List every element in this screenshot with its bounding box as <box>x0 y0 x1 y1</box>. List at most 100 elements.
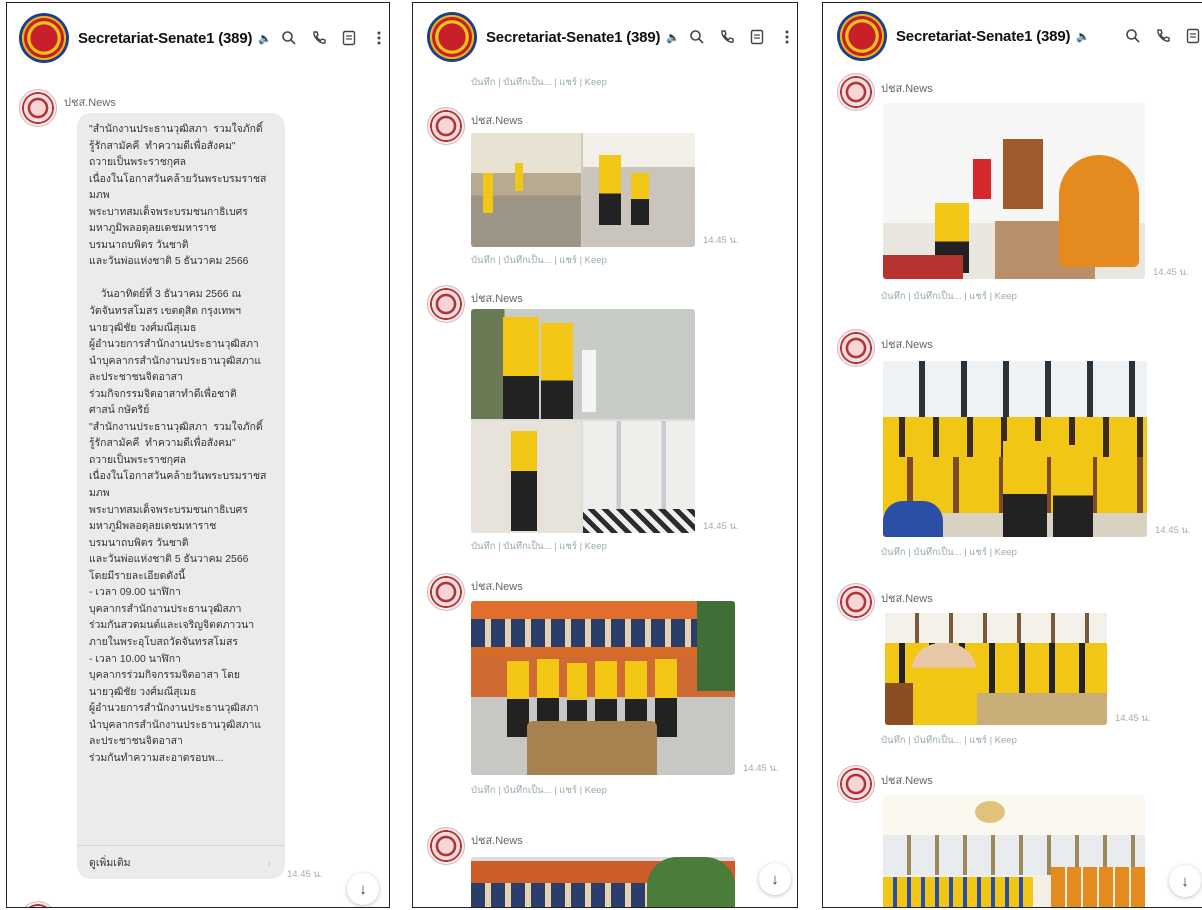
chat-title[interactable]: Secretariat-Senate1 (389) <box>78 30 252 47</box>
seated-row <box>883 877 1033 907</box>
scroll-down-button[interactable]: ↓ <box>347 873 379 905</box>
read-more-label: ดูเพิ่มเติม <box>89 857 131 869</box>
message-actions[interactable]: บันทึก | บันทึกเป็น... | แชร์ | Keep <box>881 289 1017 304</box>
sender-avatar[interactable] <box>427 107 465 145</box>
windows <box>883 361 1147 421</box>
photo-praying-attendees[interactable] <box>885 613 1107 725</box>
group-logo[interactable] <box>19 13 69 63</box>
chat-panel-3: Secretariat-Senate1 (389) 🔈 ปชส.News 14.… <box>822 2 1202 908</box>
person-yellow <box>599 155 621 225</box>
photo-building[interactable] <box>471 857 735 907</box>
sender-avatar[interactable] <box>837 73 875 111</box>
notes-icon[interactable] <box>1180 23 1202 49</box>
arrow-down-icon: ↓ <box>1181 872 1189 890</box>
person-yellow <box>507 661 529 737</box>
chat-header: Secretariat-Senate1 (389) 🔈 <box>7 3 389 73</box>
sender-name: ปชส.News <box>471 581 523 593</box>
sender-avatar[interactable] <box>19 901 57 907</box>
person-yellow <box>631 173 649 225</box>
sender-name: ปชส.News <box>471 293 523 305</box>
chat-panel-1: Secretariat-Senate1 (389) 🔈 ปชส.News "สำ… <box>6 2 390 908</box>
message-time: 14.45 น. <box>703 235 739 246</box>
mute-icon: 🔈 <box>1076 30 1090 43</box>
chandelier <box>975 801 1005 823</box>
chat-title[interactable]: Secretariat-Senate1 (389) <box>896 28 1070 45</box>
read-more-button[interactable]: ดูเพิ่มเติม › <box>77 845 285 879</box>
person-yellow <box>541 323 573 419</box>
menu-dots-icon[interactable] <box>366 25 389 51</box>
search-icon[interactable] <box>1120 23 1146 49</box>
person-yellow <box>515 163 523 191</box>
group-logo[interactable] <box>427 12 477 62</box>
photo-cleaning-bathroom-collage[interactable] <box>471 309 695 533</box>
tree <box>647 857 735 907</box>
message-actions[interactable]: บันทึก | บันทึกเป็น... | แชร์ | Keep <box>471 253 607 268</box>
message-time: 14.45 น. <box>703 521 739 532</box>
sender-name: ปชส.News <box>64 97 116 109</box>
phone-icon[interactable] <box>306 25 332 51</box>
chair-blue <box>883 501 943 537</box>
chair-wood <box>885 683 913 725</box>
sender-name: ปชส.News <box>881 775 933 787</box>
floor-tiles <box>583 509 695 533</box>
sender-avatar[interactable] <box>427 285 465 323</box>
phone-icon[interactable] <box>714 24 740 50</box>
message-bubble[interactable]: "สำนักงานประธานวุฒิสภา รวมใจภักดิ์ รู้รั… <box>77 113 285 879</box>
sender-name: ปชส.News <box>471 835 523 847</box>
sender-name: ปชส.News <box>881 339 933 351</box>
notes-icon[interactable] <box>744 24 770 50</box>
photo-group-with-brooms[interactable] <box>471 601 735 775</box>
group-logo[interactable] <box>837 11 887 61</box>
message-text: "สำนักงานประธานวุฒิสภา รวมใจภักดิ์ รู้รั… <box>89 124 267 764</box>
person-yellow <box>1003 441 1047 537</box>
photo-hall-with-monks[interactable] <box>883 795 1145 907</box>
ceiling <box>883 795 1145 835</box>
person-yellow <box>503 317 539 419</box>
sender-avatar[interactable] <box>837 329 875 367</box>
message-actions[interactable]: บันทึก | บันทึกเป็น... | แชร์ | Keep <box>881 545 1017 560</box>
sender-avatar[interactable] <box>837 583 875 621</box>
mute-icon: 🔈 <box>258 32 272 45</box>
message-time: 14.45 น. <box>287 869 323 880</box>
sender-name: ปชส.News <box>881 83 933 95</box>
search-icon[interactable] <box>276 25 302 51</box>
search-icon[interactable] <box>684 24 710 50</box>
red-stand <box>973 159 991 199</box>
person-yellow <box>1053 445 1093 537</box>
chat-title[interactable]: Secretariat-Senate1 (389) <box>486 29 660 46</box>
notes-icon[interactable] <box>336 25 362 51</box>
chat-panel-2: Secretariat-Senate1 (389) 🔈 บันทึก | บัน… <box>412 2 798 908</box>
message-actions[interactable]: บันทึก | บันทึกเป็น... | แชร์ | Keep <box>471 75 607 90</box>
cleaner-bottle <box>581 349 597 413</box>
message-time: 14.45 น. <box>1115 713 1151 724</box>
mute-icon: 🔈 <box>666 31 680 44</box>
scroll-down-button[interactable]: ↓ <box>1169 865 1201 897</box>
sender-avatar[interactable] <box>427 827 465 865</box>
sender-avatar[interactable] <box>427 573 465 611</box>
arrow-down-icon: ↓ <box>359 880 367 898</box>
person-yellow-front <box>911 643 977 725</box>
tree <box>697 601 735 691</box>
phone-icon[interactable] <box>1150 23 1176 49</box>
monks-row <box>1051 867 1145 907</box>
sender-avatar[interactable] <box>19 89 57 127</box>
arrow-down-icon: ↓ <box>771 870 779 888</box>
scroll-down-button[interactable]: ↓ <box>759 863 791 895</box>
sender-name: ปชส.News <box>471 115 523 127</box>
photo-seated-attendees[interactable] <box>883 361 1147 537</box>
chat-header: Secretariat-Senate1 (389) 🔈 <box>823 3 1202 69</box>
red-carpet <box>883 255 963 279</box>
person-yellow <box>483 173 493 213</box>
photo-cleaning-temple-collage[interactable] <box>471 133 695 247</box>
message-actions[interactable]: บันทึก | บันทึกเป็น... | แชร์ | Keep <box>471 539 607 554</box>
sender-avatar[interactable] <box>837 765 875 803</box>
chat-header: Secretariat-Senate1 (389) 🔈 <box>413 3 797 71</box>
message-actions[interactable]: บันทึก | บันทึกเป็น... | แชร์ | Keep <box>471 783 607 798</box>
message-time: 14.45 น. <box>743 763 779 774</box>
menu-dots-icon[interactable] <box>774 24 797 50</box>
person-yellow <box>511 431 537 531</box>
monk <box>1059 155 1139 267</box>
person-yellow <box>655 659 677 737</box>
message-actions[interactable]: บันทึก | บันทึกเป็น... | แชร์ | Keep <box>881 733 1017 748</box>
photo-monk-ceremony[interactable] <box>883 103 1145 279</box>
